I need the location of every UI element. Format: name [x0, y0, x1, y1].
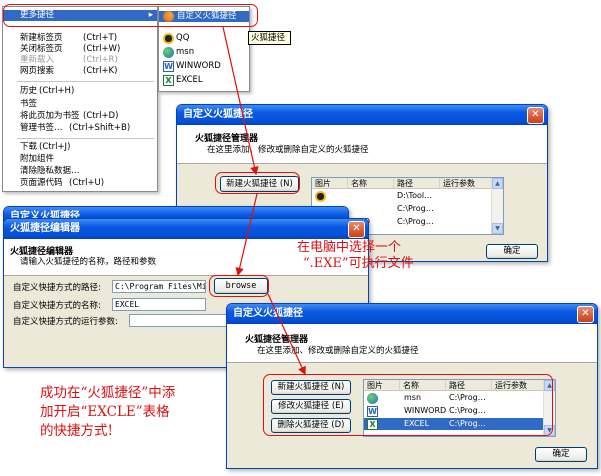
arrow-2 [235, 193, 258, 277]
annotation-line: 的快捷方式! [40, 423, 113, 439]
annotation-line: 成功在“火狐捷径”中添 [40, 385, 176, 401]
annotation-line: 加开启“EXCLE”表格 [40, 404, 170, 420]
annotation-choose-exe: 在电脑中选择一个 “.EXE”可执行文件 [297, 240, 414, 272]
annotation-line: 在电脑中选择一个 [297, 240, 402, 255]
annotation-success: 成功在“火狐捷径”中添 加开启“EXCLE”表格 的快捷方式! [40, 384, 175, 441]
arrow-1 [222, 26, 259, 176]
annotation-line: “.EXE”可执行文件 [303, 256, 414, 271]
arrow-3 [267, 293, 306, 376]
